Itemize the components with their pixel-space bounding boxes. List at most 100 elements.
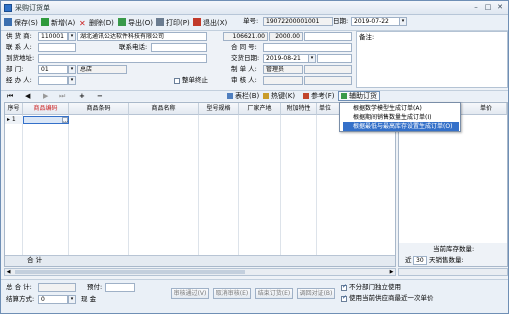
exit-button[interactable]: 退出(X) [193,17,227,29]
row-index-value: 1 [11,116,16,123]
last-price-checkbox[interactable] [341,294,347,302]
purchase-order-window: 采购订货单 – □ ✕ 保存(S) 新增(A) ✕ 删除(D) 导出(O) 打印(… [0,0,509,314]
last-record-icon[interactable]: ⏭ [59,90,65,102]
recall-button[interactable]: 调回对证(B) [297,288,335,299]
first-record-icon[interactable]: ⏮ [7,90,13,102]
handler-field[interactable] [38,76,68,85]
next-record-icon[interactable]: ▶ [43,90,48,102]
maximize-icon[interactable]: □ [483,3,493,12]
delete-button[interactable]: ✕ 删除(D) [79,17,114,29]
reference-button[interactable]: 参考(F) [303,90,335,102]
grid-line [198,115,199,255]
scroll-left-icon[interactable]: ◀ [5,269,12,275]
reviewer-label: 审 核 人: [231,76,257,84]
settle-dropdown-icon[interactable]: ▾ [68,295,76,304]
remove-row-icon[interactable]: − [97,90,103,102]
grid-toolbar: ⏮ ◀ ▶ ⏭ + − 表栏(B) 热键(K) 参考(F) 辅助订货 [1,90,508,101]
table-row-index: ▸ 1 [5,116,23,124]
col-header-spec[interactable]: 型号规格 [199,103,239,115]
hotkey-icon [263,93,269,99]
sales-days-field[interactable]: 30 [413,256,427,265]
horizontal-scrollbar[interactable]: ◀ ▶ [4,268,396,276]
date-label: 日期: [333,17,349,25]
delete-label: 删除(D) [89,19,114,27]
prev-record-icon[interactable]: ◀ [25,90,30,102]
menu-item-min-max-stock[interactable]: 根据最低与最高库存设置生成订单(O) [343,122,459,131]
delivery-date-field[interactable]: 2019-08-21 [263,54,309,63]
maker-label: 制 单 人: [231,65,257,73]
supplier-name-field[interactable]: 湖北通讯公达软件科技有限公司 [77,32,207,41]
print-icon [156,18,164,26]
maker-field: 管理员 [263,65,303,74]
finish-order-button[interactable]: 结束订货(E) [255,288,293,299]
scroll-thumb[interactable] [15,270,245,274]
scroll-right-icon[interactable]: ▶ [388,269,395,275]
save-button[interactable]: 保存(S) [4,17,38,29]
review-button[interactable]: 审核通过(V) [171,288,209,299]
address-field[interactable] [38,54,207,63]
settle-code-field[interactable]: 0 [38,295,68,304]
add-button[interactable]: 新增(A) [41,17,75,29]
grid-line [22,115,23,255]
dept-dropdown-icon[interactable]: ▾ [68,65,76,74]
close-icon[interactable]: ✕ [495,3,505,12]
contact-label: 联 系 人: [6,43,32,51]
bottom-panel: 总 合 计: 预付: 结算方式: 0 ▾ 现 金 审核通过(V) 取消审核(E)… [1,279,508,313]
date-field[interactable]: 2019-07-22 [351,17,401,26]
title-bar: 采购订货单 – □ ✕ [1,1,508,15]
col-header-barcode[interactable]: 商品条码 [69,103,129,115]
save-label: 保存(S) [14,19,38,27]
supplier-dropdown-icon[interactable]: ▾ [68,32,76,41]
reference-icon [303,93,309,99]
col-header-attr[interactable]: 附加特性 [281,103,317,115]
supplier-label: 供 货 商: [6,32,32,40]
print-button[interactable]: 打印(P) [156,17,190,29]
contact-field[interactable] [38,43,76,52]
total-amount-field [38,283,76,292]
dept-code-field[interactable]: 01 [38,65,68,74]
supplier-code-field[interactable]: 110001 [38,32,68,41]
cancel-review-button[interactable]: 取消审核(E) [213,288,251,299]
amount-field-1: 106621.00 [223,32,268,41]
prepay-field[interactable] [105,283,135,292]
assist-order-button[interactable]: 辅助订货 [338,91,380,101]
form-columns-button[interactable]: 表栏(B) [227,90,259,102]
export-label: 导出(O) [128,19,153,27]
delivery-extra-field[interactable] [317,54,352,63]
terminate-checkbox[interactable] [174,78,180,84]
total-amount-label: 总 合 计: [6,283,32,291]
menu-item-period-sales[interactable]: 根据期间销售数量生成订单(I) [343,113,459,122]
hotkey-button[interactable]: 热键(K) [263,90,295,102]
right-scrollbar[interactable] [398,268,508,276]
supplier-extra-field[interactable] [304,32,352,41]
col-header-index[interactable]: 序号 [5,103,23,115]
dept-label: 部 门: [6,65,24,73]
col-header-name[interactable]: 商品名称 [129,103,199,115]
exit-label: 退出(X) [203,19,228,27]
sales-prefix: 近 [405,256,412,264]
delete-icon: ✕ [79,19,86,28]
grid-line [316,115,317,255]
export-button[interactable]: 导出(O) [118,17,153,29]
menu-item-model[interactable]: 根据数学模型生成订单(A) [343,104,459,113]
col-header-origin[interactable]: 厂家产地 [239,103,281,115]
date-dropdown-icon[interactable]: ▾ [399,17,407,26]
cell-lookup-icon[interactable]: … [62,117,68,124]
app-icon [4,4,12,12]
delivery-date-dropdown-icon[interactable]: ▾ [308,54,316,63]
reviewer-field [263,76,303,85]
reviewer-extra-field [304,76,352,85]
separate-dept-checkbox[interactable] [341,283,347,291]
add-row-icon[interactable]: + [79,90,85,102]
contract-field[interactable] [263,43,352,52]
minimize-icon[interactable]: – [471,3,481,12]
col-header-code[interactable]: 商品编码 [23,103,69,115]
handler-dropdown-icon[interactable]: ▾ [68,76,76,85]
contact-phone-label: 联系电话: [119,43,148,51]
export-icon [118,18,126,26]
order-grid: 序号 商品编码 商品条码 商品名称 型号规格 厂家产地 附加特性 单位 ▸ 1 … [4,102,396,267]
handler-label: 经 办 人: [6,76,32,84]
note-area[interactable]: 备注: [356,31,508,88]
contact-phone-field[interactable] [151,43,207,52]
settle-label: 结算方式: [6,295,35,303]
